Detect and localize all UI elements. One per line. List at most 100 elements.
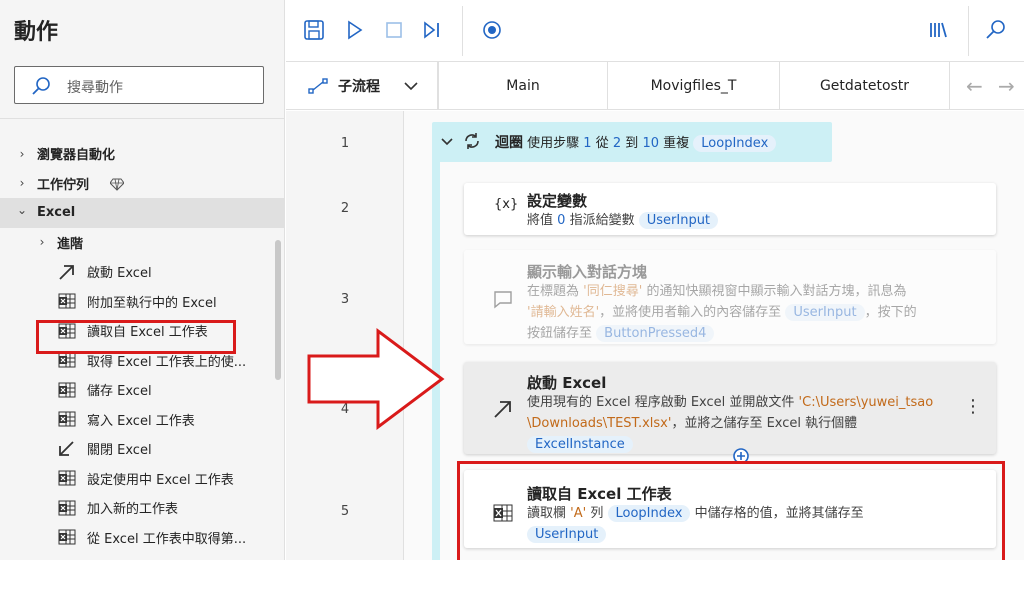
excel-sheet-icon [58,411,76,427]
loop-title: 迴圈 [495,135,523,151]
action-label: 儲存 Excel [87,384,152,400]
tab-main[interactable]: Main [438,62,608,110]
loop-end: 10 [642,136,659,151]
action-write-excel[interactable]: 寫入 Excel 工作表 [0,405,285,435]
step-title: 顯示輸入對話方塊 [527,263,648,281]
group-advanced[interactable]: › 進階 [0,228,285,258]
variables-icon[interactable] [926,18,950,42]
toolbar-separator [968,6,969,56]
chevron-down-icon: ⌄ [16,203,28,217]
action-get-first-free[interactable]: 從 Excel 工作表中取得第... [0,523,285,553]
action-label: 從 Excel 工作表中取得第... [87,531,247,547]
action-launch-excel[interactable]: 啟動 Excel [0,257,285,287]
subflow-tabs: 子流程 Main Movigfiles_T Getdatetostr ← → [286,62,1024,110]
desc-text: 使用現有的 Excel 程序啟動 Excel 並開啟文件 [527,395,795,410]
step-launch-excel[interactable]: 啟動 Excel 使用現有的 Excel 程序啟動 Excel 並開啟文件 'C… [464,362,996,454]
chevron-right-icon: › [19,176,25,191]
loop-summary: 迴圈 使用步驟 1 從 2 到 10 重複 LoopIndex [495,132,777,152]
annotation-arrow-icon [307,328,445,430]
variable-icon: {x} [494,197,519,212]
step-title: 設定變數 [527,192,588,210]
variable-chip: LoopIndex [693,135,777,152]
loop-start: 2 [612,136,622,151]
desc-string: \Downloads\TEST.xlsx' [527,416,672,431]
action-attach-excel[interactable]: 附加至執行中的 Excel [0,287,285,317]
excel-sheet-icon [58,529,76,545]
step-title: 啟動 Excel [527,374,607,392]
search-icon [32,77,50,95]
group-label: Excel [37,205,76,221]
tab-getdatetostr[interactable]: Getdatetostr [780,62,950,110]
action-label: 啟動 Excel [87,266,152,282]
action-label: 加入新的工作表 [87,502,179,518]
desc-string: '請輸入姓名' [527,305,600,320]
group-label: 工作佇列 [37,177,90,193]
panel-title: 動作 [14,20,59,45]
tab-movigfiles[interactable]: Movigfiles_T [608,62,780,110]
group-label: 進階 [57,236,84,252]
actions-panel: 動作 搜尋動作 › 瀏覽器自動化 › 工作佇列 ⌄ Excel › 進階 啟動 … [0,0,285,560]
group-label: 瀏覽器自動化 [37,148,116,164]
excel-sheet-icon [58,382,76,398]
record-icon[interactable] [480,18,504,42]
save-icon[interactable] [302,18,326,42]
search-icon[interactable] [984,18,1008,42]
panel-scrollbar[interactable] [275,240,281,380]
action-label: 附加至執行中的 Excel [87,295,217,311]
loop-text: 從 [595,136,609,151]
excel-sheet-icon [58,500,76,516]
desc-line: 在標題為 '同仁搜尋' 的通知快顯視窗中顯示輸入對話方塊，訊息為 [527,281,917,302]
line-number: 5 [340,504,350,519]
variable-chip: UserInput [638,212,719,229]
loop-text: 使用步驟 [527,136,580,151]
desc-text: 的通知快顯視窗中顯示輸入對話方塊，訊息為 [646,284,907,299]
search-actions-input[interactable]: 搜尋動作 [14,66,264,104]
loop-icon [465,133,479,149]
action-set-active-sheet[interactable]: 設定使用中 Excel 工作表 [0,464,285,494]
collapse-chevron-icon[interactable] [441,137,453,147]
chevron-right-icon: › [19,146,25,161]
desc-string: 'C:\Users\yuwei_tsao [798,395,934,410]
scroll-right-icon[interactable]: → [998,74,1015,98]
chevron-down-icon [404,82,418,91]
run-icon[interactable] [342,18,366,42]
highlight-box [36,320,236,354]
line-number: 3 [340,292,350,307]
action-add-worksheet[interactable]: 加入新的工作表 [0,493,285,523]
loop-text: 到 [625,136,639,151]
desc-text: 將值 [527,213,554,228]
action-close-excel[interactable]: 關閉 Excel [0,434,285,464]
launch-arrow-icon [59,264,74,280]
desc-text: 按鈕儲存至 [527,326,593,341]
scroll-left-icon[interactable]: ← [966,74,983,98]
action-label: 關閉 Excel [87,443,152,459]
stop-icon[interactable] [382,18,406,42]
divider [0,118,285,119]
action-label: 設定使用中 Excel 工作表 [87,472,234,488]
group-excel[interactable]: ⌄ Excel [0,198,285,228]
action-save-excel[interactable]: 儲存 Excel [0,375,285,405]
toolbar-separator [462,6,463,56]
subflows-dropdown[interactable]: 子流程 [286,62,438,110]
app-window: 動作 搜尋動作 › 瀏覽器自動化 › 工作佇列 ⌄ Excel › 進階 啟動 … [0,0,1024,598]
group-browser-automation[interactable]: › 瀏覽器自動化 [0,139,285,169]
group-work-queues[interactable]: › 工作佇列 [0,169,285,199]
desc-text: 指派給變數 [569,213,635,228]
chevron-right-icon: › [39,235,45,250]
loop-text: 重複 [663,136,690,151]
step-display-input-dialog[interactable]: 顯示輸入對話方塊 在標題為 '同仁搜尋' 的通知快顯視窗中顯示輸入對話方塊，訊息… [464,250,996,344]
premium-diamond-icon [110,178,124,191]
loop-header[interactable]: 迴圈 使用步驟 1 從 2 到 10 重複 LoopIndex [432,122,832,162]
variable-chip: ButtonPressed4 [596,325,715,342]
variable-chip: UserInput [785,304,865,321]
excel-sheet-icon [58,470,76,486]
desc-string: '同仁搜尋' [583,284,643,299]
desc-line: '請輸入姓名'，並將使用者輸入的內容儲存至 UserInput ，按下的 [527,302,917,323]
step-set-variable[interactable]: {x} 設定變數 將值 0 指派給變數 UserInput [464,183,996,235]
desc-text: ，按下的 [864,305,917,320]
excel-sheet-icon [58,293,76,309]
variable-chip: ExcelInstance [527,436,633,453]
dialog-icon [494,291,512,309]
more-options-icon[interactable]: ⋮ [964,396,982,417]
step-icon[interactable] [420,18,444,42]
